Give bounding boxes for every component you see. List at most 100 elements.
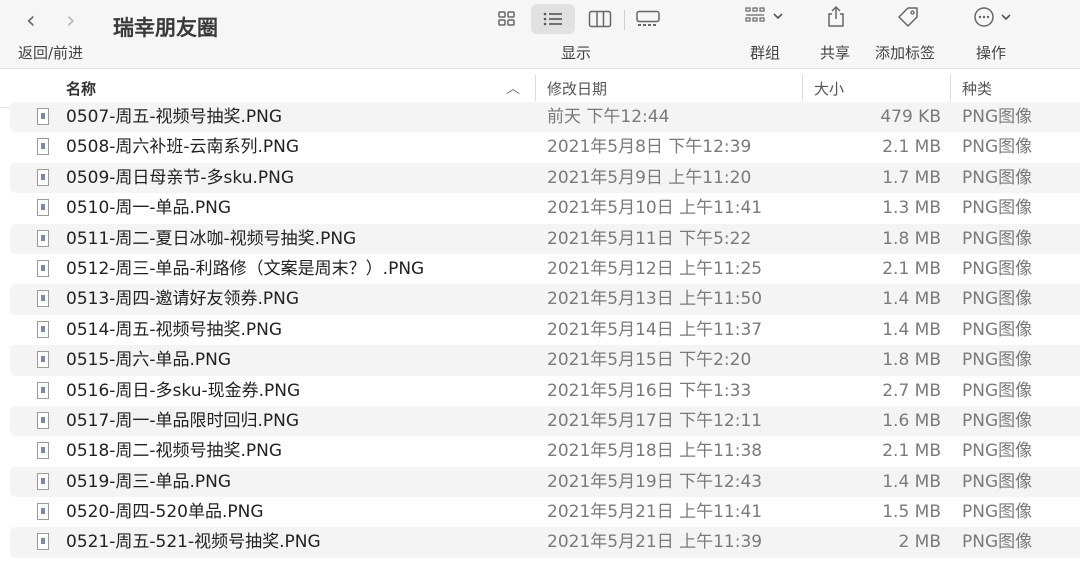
file-row[interactable]: 0520-周四-520单品.PNG 2021年5月21日 上午11:41 1.5 M… <box>0 497 1080 527</box>
sort-ascending-icon[interactable]: ︿ <box>506 78 520 98</box>
file-date: 2021年5月17日 下午12:11 <box>547 410 763 431</box>
file-name: 0515-周六-单品.PNG <box>66 350 232 371</box>
list-view-button[interactable] <box>531 4 575 34</box>
file-row[interactable]: 0515-周六-单品.PNG 2021年5月15日 下午2:20 1.8 MB PNG… <box>0 345 1080 376</box>
gallery-view-icon <box>636 10 660 26</box>
file-name: 0521-周五-521-视频号抽奖.PNG <box>66 532 321 553</box>
file-row[interactable]: 0509-周日母亲节-多sku.PNG 2021年5月9日 上午11:20 1.7 … <box>0 162 1080 194</box>
file-date: 前天 下午12:44 <box>547 107 670 127</box>
png-file-icon <box>37 229 49 247</box>
file-name: 0514-周五-视频号抽奖.PNG <box>66 319 283 340</box>
png-file-icon <box>37 290 49 308</box>
column-view-button[interactable] <box>578 4 622 34</box>
png-file-icon <box>37 138 49 156</box>
file-kind: PNG图像 <box>962 319 1033 340</box>
png-file-icon <box>37 381 49 399</box>
file-kind: PNG图像 <box>962 258 1033 279</box>
file-row[interactable]: 0519-周三-单品.PNG 2021年5月19日 下午12:43 1.4 MB PN… <box>0 466 1080 498</box>
file-date: 2021年5月10日 上午11:41 <box>547 198 763 219</box>
more-icon <box>974 7 994 27</box>
png-file-icon <box>37 199 49 217</box>
file-kind: PNG图像 <box>962 137 1033 158</box>
file-row[interactable]: 0513-周四-邀请好友领券.PNG 2021年5月13日 上午11:50 1.4 … <box>0 284 1080 316</box>
file-name: 0517-周一-单品限时回归.PNG <box>66 410 300 431</box>
column-divider[interactable] <box>950 75 951 101</box>
file-date: 2021年5月14日 上午11:37 <box>547 319 763 340</box>
png-file-icon <box>37 503 49 521</box>
file-row[interactable]: 0514-周五-视频号抽奖.PNG 2021年5月14日 上午11:37 1.4 M… <box>0 315 1080 345</box>
file-date: 2021年5月8日 下午12:39 <box>547 137 752 158</box>
file-kind: PNG图像 <box>962 228 1033 249</box>
file-name: 0513-周四-邀请好友领券.PNG <box>66 289 300 310</box>
file-list: 0507-周五-视频号抽奖.PNG 前天 下午12:44 479 KB PNG图像 05… <box>0 102 1080 559</box>
file-date: 2021年5月11日 下午5:22 <box>547 228 752 249</box>
file-size: 1.7 MB <box>882 167 941 188</box>
file-name: 0518-周二-视频号抽奖.PNG <box>66 441 283 462</box>
group-label: 群组 <box>750 44 781 62</box>
file-name: 0509-周日母亲节-多sku.PNG <box>66 167 295 188</box>
png-file-icon <box>37 472 49 490</box>
column-divider[interactable] <box>802 75 803 101</box>
file-kind: PNG图像 <box>962 532 1033 553</box>
file-size: 1.5 MB <box>882 502 941 523</box>
file-size: 2.1 MB <box>882 137 941 158</box>
file-date: 2021年5月18日 上午11:38 <box>547 441 763 462</box>
group-icon <box>745 7 765 22</box>
share-button[interactable] <box>826 4 846 28</box>
grid-view-button[interactable] <box>485 4 529 34</box>
file-size: 1.4 MB <box>882 289 941 310</box>
png-file-icon <box>37 351 49 369</box>
file-row[interactable]: 0517-周一-单品限时回归.PNG 2021年5月17日 下午12:11 1.6 … <box>0 405 1080 437</box>
png-file-icon <box>37 259 49 277</box>
file-name: 0510-周一-单品.PNG <box>66 198 232 219</box>
file-date: 2021年5月13日 上午11:50 <box>547 289 763 310</box>
tag-label: 添加标签 <box>875 44 936 62</box>
toolbar: ‹ › 返回/前进 瑞幸朋友圈 显示 群组 共享 添加标签 操作 <box>0 0 1080 69</box>
png-file-icon <box>37 442 49 460</box>
file-date: 2021年5月21日 上午11:41 <box>547 502 763 523</box>
file-row[interactable]: 0521-周五-521-视频号抽奖.PNG 2021年5月21日 上午11:39 2… <box>0 527 1080 559</box>
file-size: 479 KB <box>880 107 941 127</box>
file-date: 2021年5月16日 下午1:33 <box>547 380 752 401</box>
column-divider[interactable] <box>535 75 536 101</box>
view-label: 显示 <box>561 44 592 62</box>
column-header-kind[interactable]: 种类 <box>962 78 992 99</box>
file-kind: PNG图像 <box>962 107 1033 127</box>
file-size: 2.1 MB <box>882 441 941 462</box>
file-row[interactable]: 0510-周一-单品.PNG 2021年5月10日 上午11:41 1.3 MB PN… <box>0 193 1080 223</box>
file-name: 0516-周日-多sku-现金券.PNG <box>66 380 301 401</box>
file-size: 1.4 MB <box>882 471 941 492</box>
file-date: 2021年5月19日 下午12:43 <box>547 471 763 492</box>
file-kind: PNG图像 <box>962 502 1033 523</box>
file-row[interactable]: 0507-周五-视频号抽奖.PNG 前天 下午12:44 479 KB PNG图像 <box>0 102 1080 133</box>
file-kind: PNG图像 <box>962 289 1033 310</box>
file-row[interactable]: 0516-周日-多sku-现金券.PNG 2021年5月16日 下午1:33 2.7… <box>0 376 1080 406</box>
file-kind: PNG图像 <box>962 441 1033 462</box>
forward-arrow-icon[interactable]: › <box>66 6 76 34</box>
view-separator <box>624 10 625 30</box>
file-name: 0507-周五-视频号抽奖.PNG <box>66 107 283 127</box>
file-size: 2.1 MB <box>882 258 941 279</box>
png-file-icon <box>37 108 49 125</box>
column-header-size[interactable]: 大小 <box>814 78 844 99</box>
file-name: 0519-周三-单品.PNG <box>66 471 232 492</box>
tag-button[interactable] <box>896 6 920 28</box>
file-row[interactable]: 0518-周二-视频号抽奖.PNG 2021年5月18日 上午11:38 2.1 M… <box>0 436 1080 466</box>
file-kind: PNG图像 <box>962 380 1033 401</box>
back-arrow-icon[interactable]: ‹ <box>26 6 36 34</box>
action-button[interactable] <box>973 6 1012 28</box>
file-row[interactable]: 0512-周三-单品-利路修（文案是周末？）.PNG 2021年5月12日 上午1… <box>0 254 1080 284</box>
column-header-date[interactable]: 修改日期 <box>547 78 607 99</box>
file-row[interactable]: 0508-周六补班-云南系列.PNG 2021年5月8日 下午12:39 2.1 M… <box>0 132 1080 162</box>
chevron-down-icon <box>1001 14 1011 21</box>
nav-label: 返回/前进 <box>18 44 84 62</box>
gallery-view-button[interactable] <box>626 4 670 34</box>
file-name: 0511-周二-夏日冰咖-视频号抽奖.PNG <box>66 228 357 249</box>
share-label: 共享 <box>820 44 851 62</box>
file-row[interactable]: 0511-周二-夏日冰咖-视频号抽奖.PNG 2021年5月11日 下午5:22 1… <box>0 223 1080 255</box>
group-button[interactable] <box>745 6 784 26</box>
chevron-down-icon <box>773 13 783 20</box>
file-size: 1.8 MB <box>882 350 941 371</box>
column-header-name[interactable]: 名称 <box>66 78 96 99</box>
file-kind: PNG图像 <box>962 198 1033 219</box>
